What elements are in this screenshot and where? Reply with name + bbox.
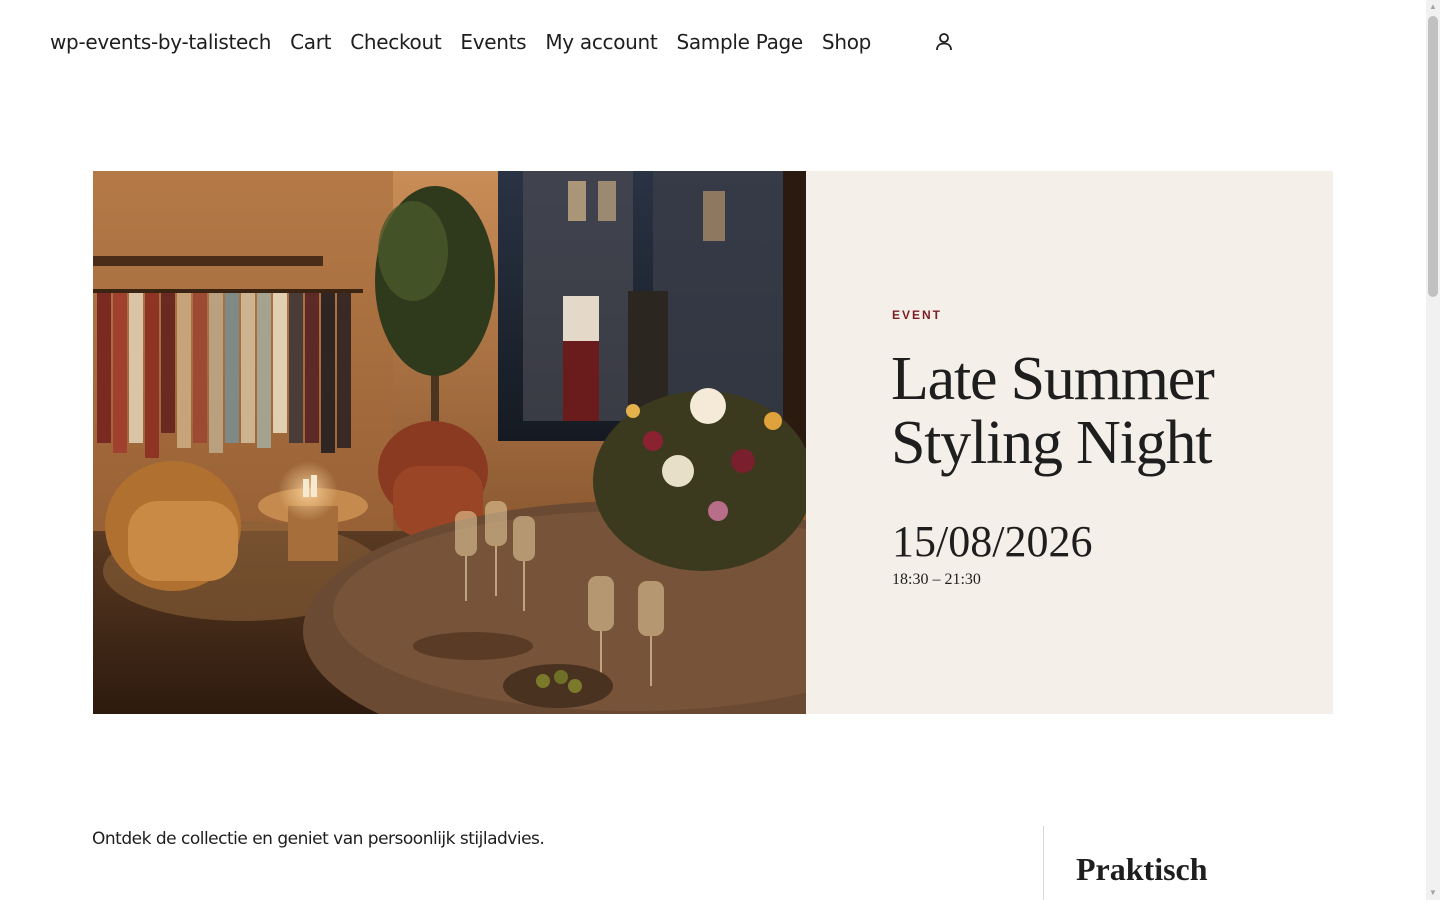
nav-item-events[interactable]: Events <box>460 26 526 58</box>
nav-item-checkout[interactable]: Checkout <box>350 26 441 58</box>
nav-item-cart[interactable]: Cart <box>290 26 331 58</box>
site-header: wp-events-by-talistech Cart Checkout Eve… <box>0 0 1426 86</box>
nav-item-my-account[interactable]: My account <box>545 26 657 58</box>
page-scrollbar[interactable]: ▲ ▼ <box>1426 0 1440 900</box>
sidebar-title: Praktisch <box>1076 851 1208 887</box>
event-title: Late Summer Styling Night <box>891 345 1215 477</box>
event-intro: Ontdek de collectie en geniet van persoo… <box>92 829 545 849</box>
main-navigation: wp-events-by-talistech Cart Checkout Eve… <box>50 26 871 58</box>
event-hero-image <box>93 171 806 714</box>
event-info-panel: EVENT Late Summer Styling Night 15/08/20… <box>806 171 1333 714</box>
scrollbar-thumb[interactable] <box>1428 16 1438 297</box>
site-title-link[interactable]: wp-events-by-talistech <box>50 26 271 58</box>
event-eyebrow: EVENT <box>892 308 943 322</box>
nav-item-sample-page[interactable]: Sample Page <box>676 26 803 58</box>
sidebar-divider <box>1043 826 1044 900</box>
event-time: 18:30 – 21:30 <box>892 571 981 588</box>
event-date: 15/08/2026 <box>892 517 1093 566</box>
scroll-up-icon[interactable]: ▲ <box>1426 0 1440 14</box>
scroll-down-icon[interactable]: ▼ <box>1426 886 1440 900</box>
nav-item-shop[interactable]: Shop <box>822 26 871 58</box>
user-icon[interactable] <box>933 31 955 53</box>
event-hero: EVENT Late Summer Styling Night 15/08/20… <box>93 171 1333 714</box>
